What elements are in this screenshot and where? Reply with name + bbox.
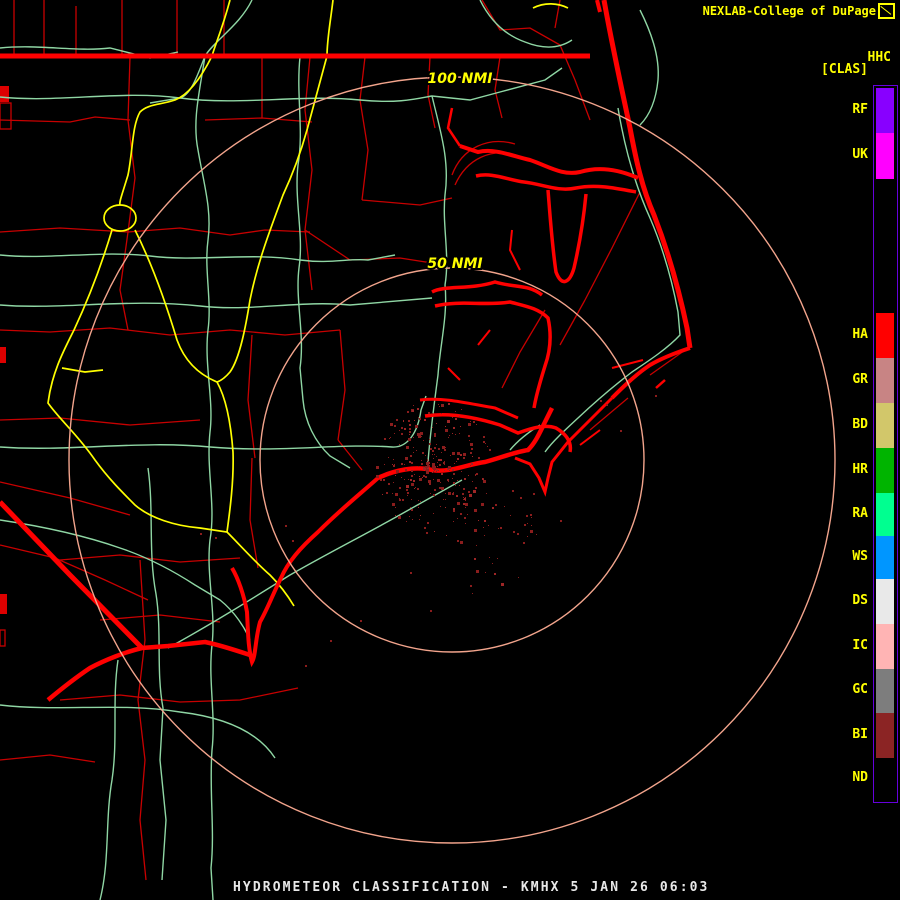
label-100nmi: 100 NMI: [428, 71, 493, 87]
legend-swatch-HA: [876, 313, 894, 358]
legend-label-WS: WS: [852, 548, 868, 564]
legend-swatch-GC: [876, 669, 894, 713]
legend-label-HA: HA: [852, 326, 868, 342]
legend-label-IC: IC: [852, 637, 868, 653]
product-mode-label: [CLAS]: [821, 62, 868, 77]
radar-map: 100 NMI 50 NMI: [0, 0, 900, 900]
radar-screen: 100 NMI 50 NMI NEXLAB-College of DuPage …: [0, 0, 900, 900]
page-title: NEXLAB-College of DuPage: [702, 4, 876, 18]
legend-swatch-DS: [876, 579, 894, 624]
legend-swatch-IC: [876, 624, 894, 669]
product-title: HYDROMETEOR CLASSIFICATION - KMHX 5 JAN …: [233, 880, 710, 895]
label-50nmi: 50 NMI: [427, 256, 482, 272]
legend-swatch-BI: [876, 713, 894, 758]
legend-color-bar: [873, 85, 898, 803]
legend-swatch-HR: [876, 448, 894, 493]
legend-label-ND: ND: [852, 770, 868, 785]
legend-swatch-WS: [876, 536, 894, 579]
legend-swatch-BD: [876, 403, 894, 448]
external-link-icon[interactable]: [878, 3, 895, 19]
legend-swatch-RF: [876, 88, 894, 133]
legend-swatch-RA: [876, 493, 894, 536]
product-code-label: HHC: [867, 50, 891, 65]
legend-label-UK: UK: [852, 147, 868, 162]
legend-label-RA: RA: [852, 505, 868, 521]
legend-label-RF: RF: [852, 101, 868, 117]
legend-swatch-UK: [876, 133, 894, 179]
legend-label-HR: HR: [852, 461, 868, 477]
legend-label-GC: GC: [852, 682, 868, 697]
map-background: [0, 0, 900, 900]
legend-label-BD: BD: [852, 416, 868, 432]
legend-label-DS: DS: [852, 592, 868, 608]
legend-label-GR: GR: [852, 371, 868, 387]
legend-label-BI: BI: [852, 726, 868, 742]
legend-swatch-GR: [876, 358, 894, 403]
